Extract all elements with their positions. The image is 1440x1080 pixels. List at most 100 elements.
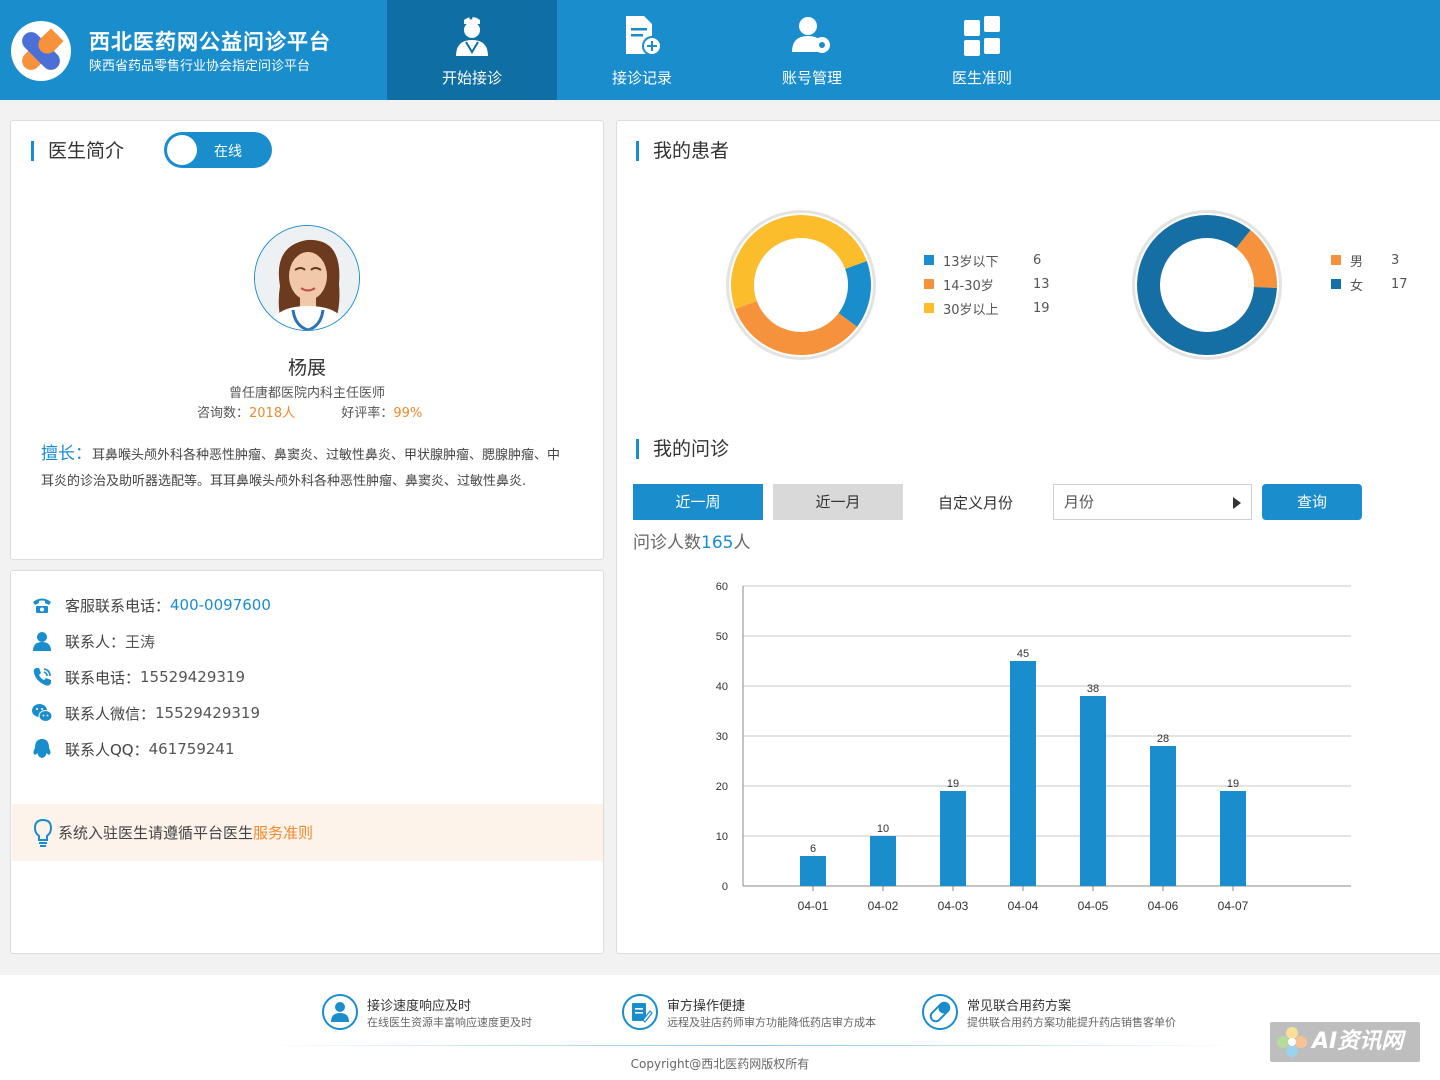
doctor-specialty: 擅长：耳鼻喉头颅外科各种恶性肿瘤、鼻窦炎、过敏性鼻炎、甲状腺肿瘤、腮腺肿瘤、中耳… — [41, 441, 571, 495]
feature-review: 审方操作便捷 远程及驻店药师审方功能降低药店审方成本 — [621, 993, 921, 1033]
notice-text: 系统入驻医生请遵循平台医生 — [58, 824, 254, 842]
last-week-button[interactable]: 近一周 — [633, 484, 763, 520]
caret-right-icon — [1233, 497, 1241, 509]
legend-swatch — [924, 255, 934, 265]
age-donut-chart — [726, 210, 876, 360]
footer: 接诊速度响应及时 在线医生资源丰富响应速度更及时 审方操作便捷 远程及驻店药师审… — [0, 975, 1440, 1080]
gender-donut-chart — [1132, 210, 1282, 360]
nav-consult-records[interactable]: 接诊记录 — [557, 0, 727, 100]
y-tick-label: 10 — [716, 831, 728, 843]
legend-value: 3 — [1391, 252, 1400, 268]
wechat-label: 联系人微信： — [65, 704, 156, 723]
toggle-knob — [167, 135, 197, 165]
legend-swatch — [924, 303, 934, 313]
feature-title: 审方操作便捷 — [667, 999, 746, 1014]
telephone-icon — [33, 598, 51, 613]
edit-document-icon — [622, 994, 658, 1030]
lightbulb-icon — [33, 818, 53, 847]
specialty-text: 耳鼻喉头颅外科各种恶性肿瘤、鼻窦炎、过敏性鼻炎、甲状腺肿瘤、腮腺肿瘤、中耳炎的诊… — [41, 448, 561, 489]
app-subtitle: 陕西省药品零售行业协会指定问诊平台 — [89, 59, 311, 74]
online-status-toggle[interactable]: 在线 — [164, 132, 272, 168]
nav-start-consult[interactable]: 开始接诊 — [387, 0, 557, 100]
legend-label: 14-30岁 — [943, 278, 994, 294]
bar-value-label: 19 — [947, 778, 959, 790]
header: 西北医药网公益问诊平台 陕西省药品零售行业协会指定问诊平台 开始接诊 接诊记录 — [0, 0, 1440, 100]
hotline-row: 客服联系电话： 400-0097600 — [31, 593, 271, 617]
phone-call-icon — [33, 668, 51, 686]
consult-count: 问诊人数165人 — [633, 528, 750, 553]
x-tick-label: 04-02 — [868, 899, 899, 913]
bar-04-04 — [1010, 661, 1036, 886]
grid-icon — [964, 16, 1000, 56]
doctor-avatar — [254, 225, 360, 331]
y-tick-label: 30 — [716, 731, 728, 743]
feature-response: 接诊速度响应及时 在线医生资源丰富响应速度更及时 — [321, 993, 601, 1033]
nav-guidelines[interactable]: 医生准则 — [897, 0, 1067, 100]
person-value: 王涛 — [125, 632, 156, 651]
bar-04-05 — [1080, 696, 1106, 886]
y-tick-label: 50 — [716, 631, 728, 643]
legend-label: 30岁以上 — [943, 302, 999, 318]
legend-label: 13岁以下 — [943, 254, 999, 270]
bar-04-02 — [870, 836, 896, 886]
legend-value: 13 — [1033, 276, 1050, 292]
query-button[interactable]: 查询 — [1262, 484, 1362, 520]
consult-count-value: 2018人 — [249, 406, 296, 421]
feature-desc: 在线医生资源丰富响应速度更及时 — [367, 1016, 532, 1029]
feature-title: 接诊速度响应及时 — [367, 999, 472, 1014]
toggle-label: 在线 — [214, 144, 242, 160]
x-tick-label: 04-03 — [938, 899, 969, 913]
footer-divider — [260, 1045, 1240, 1046]
service-guidelines-link[interactable]: 服务准则 — [253, 822, 313, 843]
watermark-text: AI资讯网 — [1312, 1029, 1404, 1054]
legend-gender-1: 女 17 — [1331, 274, 1408, 294]
rating-value: 99% — [393, 406, 423, 421]
month-select[interactable]: 月份 — [1053, 484, 1252, 520]
nav-label: 开始接诊 — [441, 69, 502, 87]
nav-label: 接诊记录 — [611, 69, 672, 87]
pill-logo-icon — [11, 21, 71, 81]
bar-value-label: 38 — [1087, 683, 1099, 695]
legend-age-0: 13岁以下 6 — [924, 250, 1041, 270]
user-icon — [33, 632, 51, 651]
feature-desc: 提供联合用药方案功能提升药店销售客单价 — [967, 1016, 1176, 1029]
phone-label: 联系电话： — [65, 668, 141, 687]
bar-04-03 — [940, 791, 966, 886]
legend-value: 17 — [1391, 276, 1408, 292]
doctor-title: 曾任唐都医院内科主任医师 — [228, 386, 385, 401]
legend-label: 男 — [1350, 254, 1364, 270]
consult-count-label: 咨询数： — [197, 406, 250, 421]
hotline-value[interactable]: 400-0097600 — [170, 596, 271, 614]
specialty-label: 擅长： — [41, 444, 92, 464]
feature-combination: 常见联合用药方案 提供联合用药方案功能提升药店销售客单价 — [921, 993, 1221, 1033]
bar-value-label: 28 — [1157, 733, 1169, 745]
patients-consult-panel: 我的患者 13岁以下 6 14-30岁 13 30岁以上 19 男 3 女 17… — [616, 120, 1440, 954]
y-tick-label: 20 — [716, 781, 728, 793]
flower-icon — [1277, 1027, 1307, 1057]
consult-bar-chart: 0 10 20 30 40 50 60 6 04-01 10 04-02 19 04-03 45 04-04… — [716, 581, 1351, 913]
record-add-icon — [626, 16, 662, 56]
section-title: 医生简介 — [31, 141, 124, 161]
bar-value-label: 45 — [1017, 648, 1029, 660]
doctor-profile-panel: 医生简介 在线 杨展 曾任唐都医院内科主任医师 咨询数：2018人 好评率：99… — [10, 120, 604, 560]
legend-swatch — [924, 279, 934, 289]
feature-desc: 远程及驻店药师审方功能降低药店审方成本 — [667, 1016, 876, 1029]
doctor-icon — [456, 16, 488, 56]
bar-04-07 — [1220, 791, 1246, 886]
hotline-label: 客服联系电话： — [65, 596, 171, 615]
nav-label: 医生准则 — [951, 69, 1012, 87]
rating-label: 好评率： — [341, 406, 394, 421]
nav-account[interactable]: 账号管理 — [727, 0, 897, 100]
contact-phone-row: 联系电话： 15529429319 — [31, 665, 245, 689]
person-label: 联系人： — [65, 632, 126, 651]
x-tick-label: 04-06 — [1148, 899, 1179, 913]
contact-panel: 客服联系电话： 400-0097600 联系人： 王涛 联系电话： 155294293… — [10, 570, 604, 954]
section-title: 我的患者 — [636, 141, 729, 161]
bar-04-06 — [1150, 746, 1176, 886]
x-tick-label: 04-04 — [1008, 899, 1039, 913]
guideline-notice: 系统入驻医生请遵循平台医生 服务准则 — [12, 804, 603, 861]
wechat-value: 15529429319 — [155, 704, 260, 722]
watermark-logo: AI资讯网 — [1270, 1022, 1420, 1062]
last-month-button[interactable]: 近一月 — [773, 484, 903, 520]
contact-qq-row: 联系人QQ： 461759241 — [31, 737, 235, 761]
